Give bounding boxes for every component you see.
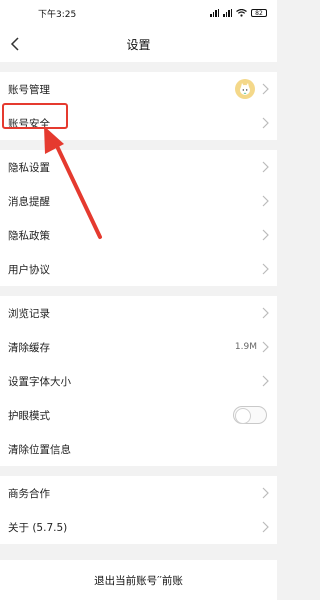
page-title: 设置: [126, 37, 151, 52]
settings-item-business[interactable]: 商务合作: [0, 476, 277, 510]
logout-button[interactable]: 退出当前账号′′前账: [0, 560, 277, 600]
settings-item-about[interactable]: 关于 (5.7.5): [0, 510, 277, 544]
chevron-right-icon: [262, 117, 269, 129]
settings-item-browse-history[interactable]: 浏览记录: [0, 296, 277, 330]
settings-item-clear-location[interactable]: 清除位置信息: [0, 432, 277, 466]
eye-care-toggle[interactable]: [233, 406, 267, 424]
settings-item-privacy-policy[interactable]: 隐私政策: [0, 218, 277, 252]
chevron-right-icon: [262, 161, 269, 173]
chevron-right-icon: [262, 229, 269, 241]
settings-item-label: 隐私设置: [8, 161, 50, 174]
chevron-right-icon: [262, 83, 269, 95]
chevron-right-icon: [262, 263, 269, 275]
chevron-right-icon: [262, 487, 269, 499]
logout-label: 退出当前账号′′前账: [94, 574, 183, 587]
wifi-icon: [236, 9, 247, 17]
settings-item-label: 设置字体大小: [8, 375, 71, 388]
back-arrow-icon[interactable]: [8, 36, 22, 52]
settings-item-label: 消息提醒: [8, 195, 50, 208]
chevron-right-icon: [262, 341, 269, 353]
status-bar: 下午3:25 82: [0, 0, 277, 26]
settings-item-label: 清除位置信息: [8, 443, 71, 456]
status-icons: 82: [210, 9, 267, 17]
settings-item-eye-care-mode: 护眼模式: [0, 398, 277, 432]
settings-item-notifications[interactable]: 消息提醒: [0, 184, 277, 218]
settings-item-label: 浏览记录: [8, 307, 50, 320]
settings-group-about: 商务合作 关于 (5.7.5): [0, 476, 277, 544]
signal-icon: [210, 9, 219, 17]
settings-group-general: 浏览记录 清除缓存 1.9M 设置字体大小 护眼模式 清除位置信息: [0, 296, 277, 466]
settings-item-label: 关于 (5.7.5): [8, 521, 68, 534]
chevron-right-icon: [262, 375, 269, 387]
settings-item-font-size[interactable]: 设置字体大小: [0, 364, 277, 398]
settings-item-label: 商务合作: [8, 487, 50, 500]
settings-item-privacy-settings[interactable]: 隐私设置: [0, 150, 277, 184]
settings-group-privacy: 隐私设置 消息提醒 隐私政策 用户协议: [0, 150, 277, 286]
cache-size-value: 1.9M: [234, 342, 257, 352]
avatar-cat-icon: [240, 83, 250, 95]
chevron-right-icon: [262, 195, 269, 207]
settings-item-user-agreement[interactable]: 用户协议: [0, 252, 277, 286]
status-time: 下午3:25: [38, 9, 77, 20]
settings-item-label: 用户协议: [8, 263, 50, 276]
battery-icon: 82: [251, 9, 267, 17]
chevron-right-icon: [262, 521, 269, 533]
avatar: [235, 79, 255, 99]
chevron-right-icon: [262, 307, 269, 319]
settings-item-clear-cache[interactable]: 清除缓存 1.9M: [0, 330, 277, 364]
settings-item-account-management[interactable]: 账号管理: [0, 72, 277, 106]
highlight-box: [2, 103, 68, 129]
settings-item-label: 隐私政策: [8, 229, 50, 242]
signal-icon-2: [223, 9, 232, 17]
nav-bar: 设置: [0, 26, 277, 62]
